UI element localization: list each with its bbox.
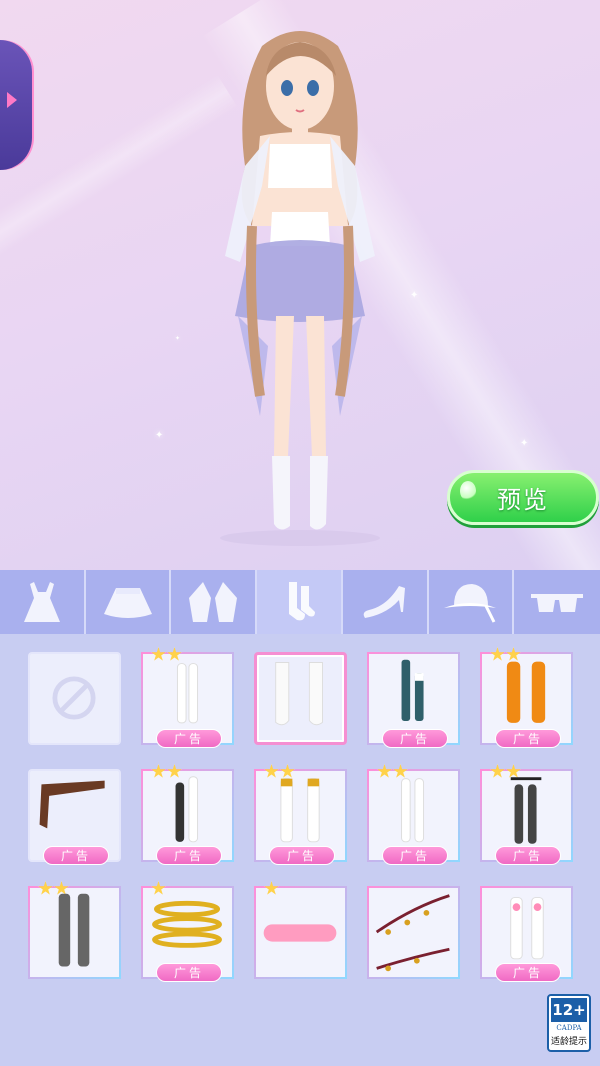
item-pink-bow-socks[interactable]: 广告 — [480, 886, 573, 982]
ad-badge: 广告 — [43, 846, 109, 865]
tab-shoes[interactable] — [343, 570, 429, 634]
item-white-ankle-socks[interactable] — [254, 652, 347, 745]
sunglasses-icon — [531, 594, 584, 612]
ad-badge: 广告 — [495, 963, 561, 982]
item-grid: 广告 广告 广告 广告 广告 广告 广告 广告 广告 广告 — [28, 647, 573, 982]
sun-hat-icon — [444, 584, 497, 623]
sparkle: ✦ — [410, 290, 419, 301]
item-black-garter-stockings[interactable]: 广告 — [480, 764, 573, 865]
gray-tights-icon — [58, 893, 90, 967]
ad-badge: 广告 — [156, 729, 222, 748]
age-rating-number: 12+ — [551, 998, 587, 1022]
preview-button-label: 预览 — [497, 486, 549, 514]
item-cross-lace-stockings[interactable]: 广告 — [367, 764, 460, 865]
tab-skirt[interactable] — [86, 570, 172, 634]
bell-anklet-icon — [375, 894, 450, 972]
jacket-icon — [189, 582, 238, 622]
skirt-icon — [103, 588, 152, 618]
item-brown-leg-ribbon[interactable]: 广告 — [28, 769, 121, 865]
chevron-right-icon — [7, 92, 17, 108]
tab-jacket[interactable] — [171, 570, 258, 634]
tab-hats[interactable] — [429, 570, 515, 634]
item-bell-anklet[interactable] — [367, 886, 460, 979]
ad-badge: 广告 — [156, 963, 222, 982]
age-rating-badge: 12+ CADPA 适龄提示 — [547, 994, 591, 1052]
age-rating-tip: 适龄提示 — [550, 1037, 587, 1047]
ad-badge: 广告 — [382, 846, 448, 865]
sparkle: ✦ — [520, 438, 529, 449]
ad-badge: 广告 — [495, 729, 561, 748]
age-rating-org: CADPA — [556, 1024, 582, 1032]
preview-button[interactable]: 预览 — [447, 470, 599, 525]
button-shine — [460, 481, 476, 501]
ad-badge: 广告 — [269, 846, 335, 865]
item-grid-panel: 广告 广告 广告 广告 广告 广告 广告 广告 广告 广告 — [0, 634, 600, 1066]
character-avatar — [220, 31, 380, 546]
ad-badge: 广告 — [495, 846, 561, 865]
side-drawer-handle[interactable] — [0, 40, 32, 170]
item-gray-tights[interactable] — [28, 881, 121, 979]
tab-socks[interactable] — [257, 570, 343, 634]
white-ankle-socks-icon — [275, 662, 323, 726]
ad-badge: 广告 — [382, 729, 448, 748]
tab-glasses[interactable] — [514, 570, 600, 634]
item-black-white-stockings[interactable]: 广告 — [141, 764, 234, 865]
character-stage: ✦ ✦ ✦ ✦ 预览 — [0, 0, 600, 570]
sparkle: ✦ — [155, 430, 164, 441]
item-gold-spiral-anklet[interactable]: 广告 — [141, 881, 234, 982]
tab-dress[interactable] — [0, 570, 86, 634]
no-item-icon — [52, 676, 96, 720]
pink-heart-anklet-icon — [263, 924, 337, 942]
sparkle: ✦ — [175, 335, 181, 342]
high-heel-icon — [363, 586, 405, 618]
category-tab-bar — [0, 570, 600, 634]
item-pink-heart-anklet[interactable] — [254, 881, 347, 979]
dress-icon — [23, 582, 60, 622]
item-white-lace-stockings[interactable]: 广告 — [141, 647, 234, 748]
ad-badge: 广告 — [156, 846, 222, 865]
item-orange-socks[interactable]: 广告 — [480, 647, 573, 748]
item-teal-mismatched-socks[interactable]: 广告 — [367, 652, 460, 748]
item-gold-band-stockings[interactable]: 广告 — [254, 764, 347, 865]
socks-icon — [289, 582, 316, 621]
item-none[interactable] — [28, 652, 121, 745]
